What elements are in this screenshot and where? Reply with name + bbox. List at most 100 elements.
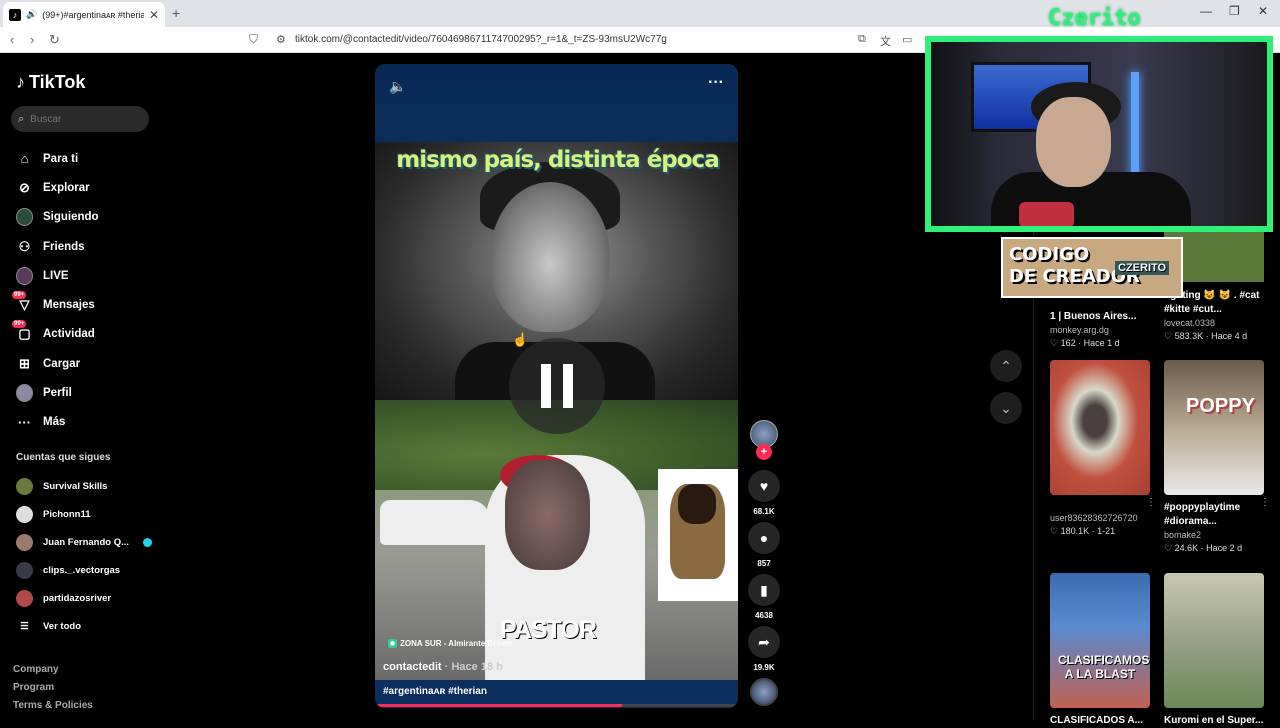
video-card[interactable]: POPPY ⋮ #poppyplaytime #diorama... bomak… <box>1164 360 1270 554</box>
nav-item-friends[interactable]: ⚇ Friends <box>16 232 99 261</box>
streamer-webcam <box>925 36 1273 232</box>
following-item[interactable]: clips._.vectorgas <box>16 556 152 584</box>
card-stats: ♡ 583.3K · Hace 4 d <box>1164 331 1248 341</box>
following-item[interactable]: partidazosriver <box>16 584 152 612</box>
pickup-truck <box>380 500 490 545</box>
nav-item-cargar[interactable]: ⊞ Cargar <box>16 349 99 378</box>
nav-label: Siguiendo <box>43 211 99 224</box>
following-name: partidazosriver <box>43 592 112 604</box>
next-video-button[interactable]: ⌄ <box>990 392 1022 424</box>
photo-face <box>490 182 610 332</box>
url-field[interactable]: tiktok.com/@contactedit/video/7604698671… <box>295 34 667 45</box>
post-time: · Hace 18 h <box>444 661 503 673</box>
video-card[interactable]: ⋮ user83628362726720 ♡ 180.1K · 1-21 <box>1050 360 1156 537</box>
footer-company[interactable]: Company <box>13 661 93 679</box>
reload-icon[interactable]: ↻ <box>49 32 60 48</box>
card-user: lovecat.0338 <box>1164 318 1216 328</box>
main-nav: ⌂ Para ti ⊘ Explorar Siguiendo ⚇ Friends LI… <box>12 144 99 437</box>
volume-icon[interactable]: 🔈 <box>389 78 406 95</box>
animal-mask <box>505 460 590 570</box>
following-name: Juan Fernando Q... <box>43 536 130 548</box>
nav-item-live[interactable]: LIVE <box>16 261 99 290</box>
site-settings-icon[interactable]: ⚙ <box>276 33 286 46</box>
music-disc-icon[interactable] <box>750 678 778 706</box>
minimize-icon[interactable]: — <box>1200 4 1212 18</box>
card-user: monkey.arg.dg <box>1050 325 1109 335</box>
more-options-icon[interactable]: ··· <box>708 74 724 92</box>
pastor-text: PASTOR <box>500 616 597 644</box>
video-hashtags[interactable]: #argentinaᴀʀ #therian <box>383 686 487 697</box>
cast-icon[interactable]: ▭ <box>902 33 912 46</box>
search-input[interactable] <box>30 113 131 125</box>
video-card[interactable]: CLASIFICAMOS A LA BLAST CLASIFICADOS A..… <box>1050 573 1150 728</box>
card-more-icon[interactable]: ⋮ <box>1146 497 1156 508</box>
nav-item-siguiendo[interactable]: Siguiendo <box>16 203 99 232</box>
video-author[interactable]: contactedit · Hace 18 h <box>383 661 503 673</box>
see-all-link[interactable]: ☰ Ver todo <box>16 612 152 640</box>
video-card[interactable]: 1 | Buenos Aires... monkey.arg.dg ♡ 162 … <box>1050 304 1150 349</box>
following-item[interactable]: Pichonn11 <box>16 500 152 528</box>
pause-icon <box>541 364 551 408</box>
activity-icon: ▢ 99+ <box>12 319 31 342</box>
card-stats: ♡ 180.1K · 1-21 <box>1050 526 1116 536</box>
previous-video-button[interactable]: ⌃ <box>990 350 1022 382</box>
following-list: Survival Skills Pichonn11 Juan Fernando … <box>16 472 153 640</box>
search-box[interactable]: ⌕ <box>11 106 149 132</box>
search-icon: ⌕ <box>18 112 25 125</box>
new-tab-button[interactable]: + <box>172 5 180 21</box>
tab-title: (99+)#argentinaᴀʀ #therian | <box>42 9 144 20</box>
list-icon: ☰ <box>20 620 29 632</box>
picture-in-picture-icon[interactable]: ⧉ <box>858 33 866 46</box>
nav-label: Más <box>43 416 66 429</box>
mouse-cursor-icon: ☝ <box>512 332 529 347</box>
nav-item-mensajes[interactable]: ▽ 99+ Mensajes <box>12 290 99 319</box>
tiktok-logo[interactable]: ♪ TikTok <box>16 72 85 93</box>
like-button[interactable]: ♥ 68.1K <box>748 470 780 516</box>
translate-icon[interactable]: 文 <box>880 33 891 49</box>
video-progress-bar[interactable] <box>375 704 738 707</box>
following-item[interactable]: Juan Fernando Q... <box>16 528 153 556</box>
card-title: 1 | Buenos Aires... <box>1050 311 1137 322</box>
nav-label: Friends <box>43 240 85 253</box>
close-tab-icon[interactable]: ✕ <box>149 8 159 22</box>
microphone <box>1019 202 1074 226</box>
dog-inset <box>658 469 738 601</box>
footer-terms[interactable]: Terms & Policies <box>13 697 93 715</box>
card-more-icon[interactable]: ⋮ <box>1260 497 1270 508</box>
video-bottom-band: #argentinaᴀʀ #therian <box>375 680 738 708</box>
nav-item-explorar[interactable]: ⊘ Explorar <box>16 173 99 202</box>
location-label: ZONA SUR - Almirante Brown <box>400 639 513 648</box>
dog-image <box>670 484 725 579</box>
video-card[interactable]: Kuromi en el Super... <box>1164 573 1264 728</box>
pause-button[interactable] <box>509 338 605 434</box>
nav-label: LIVE <box>43 269 69 282</box>
card-thumbnail <box>1164 573 1264 708</box>
channel-name: Czerito <box>1048 6 1141 31</box>
location-tag[interactable]: ◉ ZONA SUR - Almirante Brown <box>388 639 512 648</box>
author-name[interactable]: contactedit <box>383 661 442 673</box>
window-close-icon[interactable]: ✕ <box>1258 4 1268 18</box>
back-icon[interactable]: ‹ <box>10 32 14 47</box>
nav-item-perfil[interactable]: Perfil <box>16 378 99 407</box>
street-footage: PASTOR <box>375 400 738 685</box>
maximize-icon[interactable]: ❐ <box>1229 4 1240 18</box>
nav-item-para-ti[interactable]: ⌂ Para ti <box>16 144 99 173</box>
activity-badge: 99+ <box>12 319 27 328</box>
follow-plus-icon[interactable]: + <box>756 444 772 460</box>
comment-button[interactable]: ● 857 <box>748 522 780 568</box>
comment-icon: ● <box>748 522 780 554</box>
bookmark-icon[interactable]: ⛉ <box>249 32 258 47</box>
nav-item-mas[interactable]: ··· Más <box>16 408 99 437</box>
nav-item-actividad[interactable]: ▢ 99+ Actividad <box>12 319 99 349</box>
nav-label: Actividad <box>43 328 95 341</box>
following-item[interactable]: Survival Skills <box>16 472 152 500</box>
browser-tab[interactable]: ♪ 🔊 (99+)#argentinaᴀʀ #therian | ✕ <box>3 2 165 27</box>
forward-icon[interactable]: › <box>30 32 34 47</box>
creator-code-banner: CODIGO DE CREADOR CZERITO <box>1001 237 1183 298</box>
avatar <box>16 589 33 607</box>
video-player[interactable]: 🔈 ··· mismo país, distinta época PASTOR … <box>375 64 738 708</box>
share-button[interactable]: ➦ 19.9K <box>748 626 780 672</box>
verified-icon <box>143 537 153 547</box>
footer-program[interactable]: Program <box>13 679 93 697</box>
save-button[interactable]: ▮ 4638 <box>748 574 780 620</box>
